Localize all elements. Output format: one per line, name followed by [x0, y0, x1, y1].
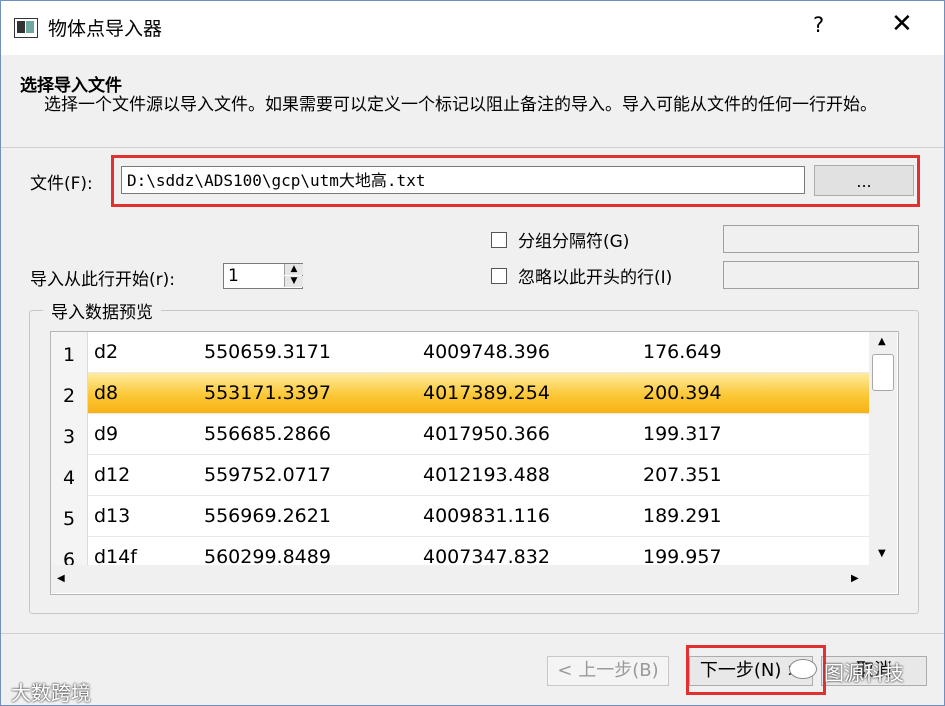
table-row[interactable]: 3 d9 556685.2866 4017950.366 199.317 [51, 414, 869, 455]
cell-easting: 560299.8489 [204, 546, 331, 565]
group-separator-input[interactable] [723, 225, 919, 253]
page-title: 选择导入文件 [20, 76, 122, 96]
ignore-lines-checkbox[interactable] [491, 268, 507, 284]
cell-northing: 4009748.396 [423, 341, 550, 363]
watermark-left: 大数跨境 [11, 681, 91, 705]
cell-northing: 4009831.116 [423, 505, 550, 527]
row-number: 4 [51, 455, 88, 496]
vertical-scroll-thumb[interactable] [872, 354, 894, 391]
cell-easting: 556969.2621 [204, 505, 331, 527]
page-description: 选择一个文件源以导入文件。如果需要可以定义一个标记以阻止备注的导入。导入可能从文… [44, 95, 877, 115]
table-row[interactable]: 2 d8 553171.3397 4017389.254 200.394 [51, 373, 869, 414]
preview-title: 导入数据预览 [43, 298, 161, 323]
scroll-down-icon[interactable]: ▼ [878, 548, 886, 559]
cell-northing: 4017950.366 [423, 423, 550, 445]
cell-height: 199.317 [643, 423, 722, 445]
cell-easting: 553171.3397 [204, 382, 331, 404]
cell-northing: 4012193.488 [423, 464, 550, 486]
row-number: 6 [51, 537, 88, 565]
help-button[interactable]: ? [813, 13, 824, 37]
scroll-up-icon[interactable]: ▲ [878, 336, 886, 347]
watermark-right: 图源科技 [824, 661, 904, 685]
ignore-lines-label: 忽略以此开头的行(I) [518, 268, 673, 288]
window-title: 物体点导入器 [48, 18, 163, 40]
horizontal-scrollbar[interactable]: ◀ ▶ [51, 565, 869, 593]
cell-easting: 556685.2866 [204, 423, 331, 445]
cell-point-name: d9 [94, 423, 119, 445]
cell-point-name: d8 [94, 382, 119, 404]
row-number: 3 [51, 414, 88, 455]
cell-point-name: d12 [94, 464, 131, 486]
vertical-scrollbar[interactable]: ▲ ▼ [869, 332, 897, 565]
ignore-lines-input[interactable] [723, 261, 919, 289]
cell-height: 189.291 [643, 505, 722, 527]
spin-down-icon[interactable]: ▼ [284, 276, 303, 287]
group-separator-checkbox[interactable] [491, 232, 507, 248]
title-bar: 物体点导入器 ? ✕ [1, 1, 944, 55]
preview-table: 1 d2 550659.3171 4009748.396 176.649 2 d… [50, 331, 899, 595]
cell-height: 176.649 [643, 341, 722, 363]
app-icon [14, 18, 38, 38]
cell-northing: 4007347.832 [423, 546, 550, 565]
importer-window: 物体点导入器 ? ✕ 选择导入文件 选择一个文件源以导入文件。如果需要可以定义一… [0, 0, 945, 706]
scroll-right-icon[interactable]: ▶ [851, 573, 859, 584]
cell-point-name: d13 [94, 505, 131, 527]
header-divider [1, 147, 944, 148]
wechat-icon [789, 659, 817, 679]
table-row[interactable]: 4 d12 559752.0717 4012193.488 207.351 [51, 455, 869, 496]
group-separator-label: 分组分隔符(G) [518, 232, 630, 252]
file-path-input[interactable]: D:\sddz\ADS100\gcp\utm大地高.txt [121, 166, 805, 194]
table-row[interactable]: 5 d13 556969.2621 4009831.116 189.291 [51, 496, 869, 537]
cell-point-name: d2 [94, 341, 119, 363]
row-number: 1 [51, 332, 88, 373]
wizard-header: 选择导入文件 选择一个文件源以导入文件。如果需要可以定义一个标记以阻止备注的导入… [1, 55, 944, 147]
scroll-left-icon[interactable]: ◀ [57, 573, 65, 584]
browse-button[interactable]: ... [814, 165, 914, 196]
spin-up-icon[interactable]: ▲ [284, 264, 303, 275]
cell-height: 207.351 [643, 464, 722, 486]
row-number: 2 [51, 373, 88, 414]
cell-easting: 550659.3171 [204, 341, 331, 363]
start-row-label: 导入从此行开始(r): [30, 270, 175, 290]
back-button[interactable]: < 上一步(B) [547, 656, 669, 686]
cell-height: 199.957 [643, 546, 722, 565]
close-button[interactable]: ✕ [891, 9, 913, 39]
cell-northing: 4017389.254 [423, 382, 550, 404]
file-label: 文件(F): [30, 174, 93, 194]
row-number: 5 [51, 496, 88, 537]
table-row[interactable]: 1 d2 550659.3171 4009748.396 176.649 [51, 332, 869, 373]
cell-point-name: d14f [94, 546, 137, 565]
table-row[interactable]: 6 d14f 560299.8489 4007347.832 199.957 [51, 537, 869, 565]
preview-rows: 1 d2 550659.3171 4009748.396 176.649 2 d… [51, 332, 869, 565]
footer-divider [1, 633, 944, 634]
cell-easting: 559752.0717 [204, 464, 331, 486]
scroll-corner [869, 565, 897, 593]
cell-height: 200.394 [643, 382, 722, 404]
